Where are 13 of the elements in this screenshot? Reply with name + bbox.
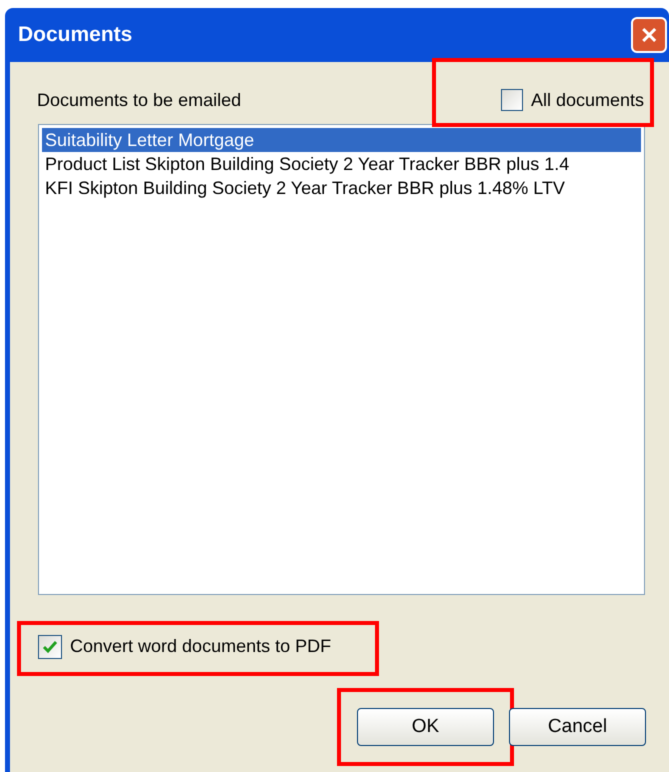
- document-item[interactable]: Product List Skipton Building Society 2 Year Tracker BBR plus 1.4: [42, 152, 641, 176]
- checkbox[interactable]: [500, 89, 523, 111]
- window-title: Documents: [18, 22, 132, 48]
- checkbox-label: Convert word documents to PDF: [70, 635, 332, 658]
- cancel-button[interactable]: Cancel: [509, 708, 646, 746]
- checkbox-label: All documents: [530, 88, 644, 112]
- list-label: Documents to be emailed: [37, 88, 242, 112]
- document-item[interactable]: Suitability Letter Mortgage: [42, 128, 641, 152]
- checkbox[interactable]: [38, 634, 62, 658]
- check-icon: [42, 640, 58, 654]
- document-item[interactable]: KFI Skipton Building Society 2 Year Tracker BBR plus 1.48% LTV: [42, 176, 641, 200]
- ok-button[interactable]: OK: [357, 708, 494, 746]
- close-button[interactable]: ✕: [631, 17, 667, 53]
